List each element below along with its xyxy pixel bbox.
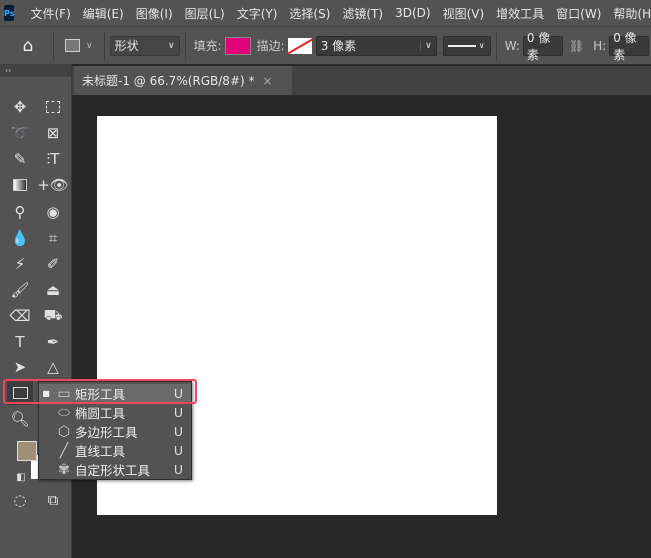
divider	[53, 31, 54, 60]
close-icon[interactable]: ×	[263, 74, 273, 88]
shortcut-key: U	[173, 443, 183, 458]
menu-file[interactable]: 文件(F)	[24, 5, 76, 22]
photoshop-logo: Ps	[4, 5, 15, 21]
height-label: H:	[593, 38, 607, 53]
flyout-item-label: 椭圆工具	[75, 406, 126, 421]
polygon-icon: ⬡	[57, 423, 71, 440]
default-colors-icon[interactable]: ◧	[8, 465, 34, 489]
healing-brush-tool-icon[interactable]: ◉	[40, 200, 66, 224]
width-input[interactable]: 0 像素	[522, 31, 563, 62]
divider	[184, 31, 186, 60]
divider	[103, 31, 105, 60]
home-icon[interactable]: ⌂	[8, 36, 48, 56]
path-selection-tool-icon[interactable]: ➤	[7, 355, 33, 379]
options-bar: ⌂ ∨ 形状 ∨ 填充: 描边: 3 像素 ∨ ∨ W: 0 像素 ⛓ H: 0 像…	[0, 26, 651, 64]
flyout-item-line[interactable]: ╱ 直线工具 U	[39, 441, 191, 460]
document-tab-bar: 未标题-1 @ 66.7%(RGB/8#) * ×	[72, 66, 651, 95]
triangle-tool-icon[interactable]: △	[40, 355, 66, 379]
move-tool-icon[interactable]: ✥	[7, 95, 33, 119]
flyout-item-polygon[interactable]: ⬡ 多边形工具 U	[39, 422, 191, 441]
menu-select[interactable]: 选择(S)	[283, 5, 336, 22]
line-icon: ╱	[59, 442, 69, 459]
mode-select[interactable]: 形状 ∨	[109, 35, 180, 56]
crop-tool-icon[interactable]: ⌗	[40, 226, 66, 250]
paint-bucket-tool-icon[interactable]: ⛟	[40, 304, 66, 328]
magic-wand-tool-icon[interactable]: ⚡	[7, 252, 33, 276]
menu-layer[interactable]: 图层(L)	[179, 5, 231, 22]
menu-help[interactable]: 帮助(H)	[607, 5, 651, 22]
ellipse-icon: ⬭	[58, 404, 70, 421]
marquee-tool-icon[interactable]	[40, 95, 66, 119]
eraser-tool-icon[interactable]: ⌫	[7, 304, 33, 328]
frame-tool-icon[interactable]: ⊠	[40, 121, 66, 145]
type-mask-tool-icon[interactable]: ⫶T	[40, 147, 66, 171]
stroke-type-select[interactable]: ∨	[442, 35, 491, 56]
height-input[interactable]: 0 像素	[609, 31, 650, 62]
menu-3d[interactable]: 3D(D)	[389, 6, 436, 20]
height-value: 0 像素	[613, 30, 637, 62]
flyout-item-custom-shape[interactable]: ✾ 自定形状工具 U	[39, 460, 191, 479]
custom-shape-icon: ✾	[58, 461, 70, 478]
flyout-item-ellipse[interactable]: ⬭ 椭圆工具 U	[39, 403, 191, 422]
fill-label: 填充:	[193, 39, 222, 53]
type-tool-icon[interactable]: T	[7, 330, 33, 354]
quick-mask-icon[interactable]: ◌	[7, 488, 33, 512]
zoom-tool-icon[interactable]: 🔍︎	[7, 407, 33, 431]
menu-type[interactable]: 文字(Y)	[231, 5, 284, 22]
screen-mode-icon[interactable]: ⧉	[40, 488, 66, 512]
menu-bar: Ps 文件(F) 编辑(E) 图像(I) 图层(L) 文字(Y) 选择(S) 滤…	[0, 0, 651, 26]
stroke-width-input[interactable]: 3 像素 ∨	[315, 35, 437, 56]
pen-tool-icon[interactable]: ✒	[40, 330, 66, 354]
menu-plugins[interactable]: 增效工具	[490, 5, 550, 22]
menu-window[interactable]: 窗口(W)	[550, 5, 607, 22]
menu-edit[interactable]: 编辑(E)	[77, 5, 130, 22]
color-sampler-tool-icon[interactable]: ✐	[40, 252, 66, 276]
eyedropper-tool-icon[interactable]: ⚲	[7, 200, 33, 224]
width-value: 0 像素	[526, 30, 551, 62]
stroke-width-value: 3 像素	[320, 39, 357, 53]
tool-preset-picker[interactable]: ∨	[65, 39, 93, 52]
document-tab[interactable]: 未标题-1 @ 66.7%(RGB/8#) * ×	[74, 66, 292, 95]
flyout-item-label: 自定形状工具	[75, 463, 151, 478]
stamp-tool-icon[interactable]: ⏏	[40, 278, 66, 302]
fill-color-swatch[interactable]	[224, 36, 251, 55]
mode-value: 形状	[114, 39, 139, 53]
menu-view[interactable]: 视图(V)	[437, 5, 491, 22]
flyout-item-label: 直线工具	[75, 444, 126, 459]
quick-selection-tool-icon[interactable]: ✎	[7, 147, 33, 171]
stroke-color-swatch[interactable]	[287, 37, 312, 54]
lasso-tool-icon[interactable]: ➰	[7, 121, 33, 145]
stroke-label: 描边:	[256, 39, 285, 53]
brush-tool-icon[interactable]: 🖌	[7, 278, 33, 302]
blur-tool-icon[interactable]: 💧	[7, 226, 33, 250]
divider	[495, 31, 497, 60]
highlight-box	[3, 379, 197, 404]
shortcut-key: U	[173, 405, 183, 420]
shortcut-key: U	[173, 424, 183, 439]
width-label: W:	[504, 38, 520, 53]
menu-filter[interactable]: 滤镜(T)	[336, 5, 389, 22]
gradient-tool-icon[interactable]	[7, 173, 33, 197]
foreground-color-swatch[interactable]	[17, 441, 37, 461]
collapse-panel-button[interactable]: ‹‹	[0, 64, 71, 77]
document-tab-title: 未标题-1 @ 66.7%(RGB/8#) *	[82, 74, 255, 88]
shortcut-key: U	[173, 462, 183, 477]
flyout-item-label: 多边形工具	[75, 425, 138, 440]
link-icon[interactable]: ⛓	[569, 39, 584, 53]
red-eye-tool-icon[interactable]: +👁	[37, 173, 69, 197]
menu-image[interactable]: 图像(I)	[130, 5, 179, 22]
